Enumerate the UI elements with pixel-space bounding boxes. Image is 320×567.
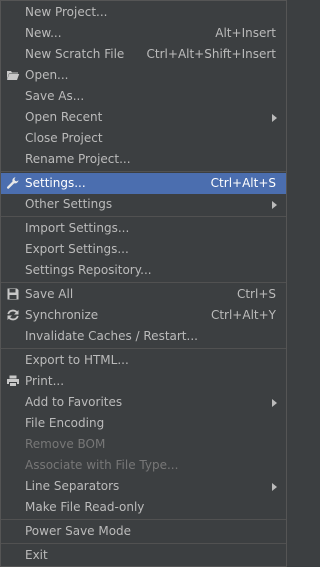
menu-item-label: Make File Read-only — [25, 500, 145, 514]
menu-item-label: Open... — [25, 68, 69, 82]
chevron-right-icon — [272, 483, 277, 491]
menu-item-export-settings[interactable]: Export Settings... — [1, 239, 286, 260]
chevron-right-icon — [272, 399, 277, 407]
menu-item-label: Power Save Mode — [25, 524, 132, 538]
menu-item-rename-project[interactable]: Rename Project... — [1, 149, 286, 170]
menu-item-save-as[interactable]: Save As... — [1, 86, 286, 107]
menu-separator — [1, 519, 286, 520]
menu-item-label: Export Settings... — [25, 242, 129, 256]
menu-item-label: Remove BOM — [25, 437, 106, 451]
menu-item-line-separators[interactable]: Line Separators — [1, 476, 286, 497]
menu-item-make-read-only[interactable]: Make File Read-only — [1, 497, 286, 518]
menu-item-label: Import Settings... — [25, 221, 130, 235]
wrench-icon — [6, 176, 20, 190]
menu-item-label: Associate with File Type... — [25, 458, 179, 472]
shortcut-label: Ctrl+S — [236, 287, 276, 301]
menu-item-label: Add to Favorites — [25, 395, 123, 409]
menu-item-other-settings[interactable]: Other Settings — [1, 194, 286, 215]
menu-item-label: Exit — [25, 548, 48, 562]
chevron-right-icon — [272, 201, 277, 209]
menu-item-add-to-favorites[interactable]: Add to Favorites — [1, 392, 286, 413]
printer-icon — [6, 374, 20, 388]
menu-item-new-scratch-file[interactable]: New Scratch File Ctrl+Alt+Shift+Insert — [1, 44, 286, 65]
menu-item-file-encoding[interactable]: File Encoding — [1, 413, 286, 434]
menu-item-label: Export to HTML... — [25, 353, 129, 367]
menu-item-label: New... — [25, 26, 62, 40]
menu-item-label: Save All — [25, 287, 74, 301]
menu-item-power-save-mode[interactable]: Power Save Mode — [1, 521, 286, 542]
menu-item-label: Other Settings — [25, 197, 113, 211]
menu-item-label: Rename Project... — [25, 152, 131, 166]
shortcut-label: Alt+Insert — [215, 26, 276, 40]
file-menu: New Project... New... Alt+Insert New Scr… — [0, 0, 287, 567]
menu-item-label: New Project... — [25, 5, 108, 19]
menu-item-save-all[interactable]: Save All Ctrl+S — [1, 284, 286, 305]
menu-item-close-project[interactable]: Close Project — [1, 128, 286, 149]
shortcut-label: Ctrl+Alt+Y — [210, 308, 276, 322]
menu-item-exit[interactable]: Exit — [1, 545, 286, 566]
menu-separator — [1, 216, 286, 217]
menu-item-new[interactable]: New... Alt+Insert — [1, 23, 286, 44]
shortcut-label: Ctrl+Alt+Shift+Insert — [146, 47, 276, 61]
menu-item-export-to-html[interactable]: Export to HTML... — [1, 350, 286, 371]
menu-item-label: New Scratch File — [25, 47, 125, 61]
menu-item-label: Settings... — [25, 176, 86, 190]
menu-item-open[interactable]: Open... — [1, 65, 286, 86]
menu-item-import-settings[interactable]: Import Settings... — [1, 218, 286, 239]
menu-item-associate-file-type: Associate with File Type... — [1, 455, 286, 476]
folder-icon — [6, 68, 20, 82]
menu-item-label: Open Recent — [25, 110, 103, 124]
chevron-right-icon — [272, 114, 277, 122]
menu-item-new-project[interactable]: New Project... — [1, 2, 286, 23]
sync-icon — [6, 308, 20, 322]
menu-item-label: Invalidate Caches / Restart... — [25, 329, 198, 343]
menu-item-label: Close Project — [25, 131, 103, 145]
menu-separator — [1, 348, 286, 349]
menu-item-settings-repository[interactable]: Settings Repository... — [1, 260, 286, 281]
menu-item-print[interactable]: Print... — [1, 371, 286, 392]
menu-item-label: File Encoding — [25, 416, 105, 430]
menu-separator — [1, 171, 286, 172]
menu-item-open-recent[interactable]: Open Recent — [1, 107, 286, 128]
menu-item-remove-bom: Remove BOM — [1, 434, 286, 455]
menu-separator — [1, 282, 286, 283]
menu-item-invalidate-caches[interactable]: Invalidate Caches / Restart... — [1, 326, 286, 347]
menu-item-label: Synchronize — [25, 308, 99, 322]
menu-item-synchronize[interactable]: Synchronize Ctrl+Alt+Y — [1, 305, 286, 326]
floppy-disk-icon — [6, 287, 20, 301]
shortcut-label: Ctrl+Alt+S — [210, 176, 276, 190]
menu-item-label: Line Separators — [25, 479, 120, 493]
menu-separator — [1, 543, 286, 544]
menu-item-label: Save As... — [25, 89, 85, 103]
menu-item-label: Print... — [25, 374, 65, 388]
menu-item-settings[interactable]: Settings... Ctrl+Alt+S — [1, 173, 286, 194]
menu-item-label: Settings Repository... — [25, 263, 152, 277]
